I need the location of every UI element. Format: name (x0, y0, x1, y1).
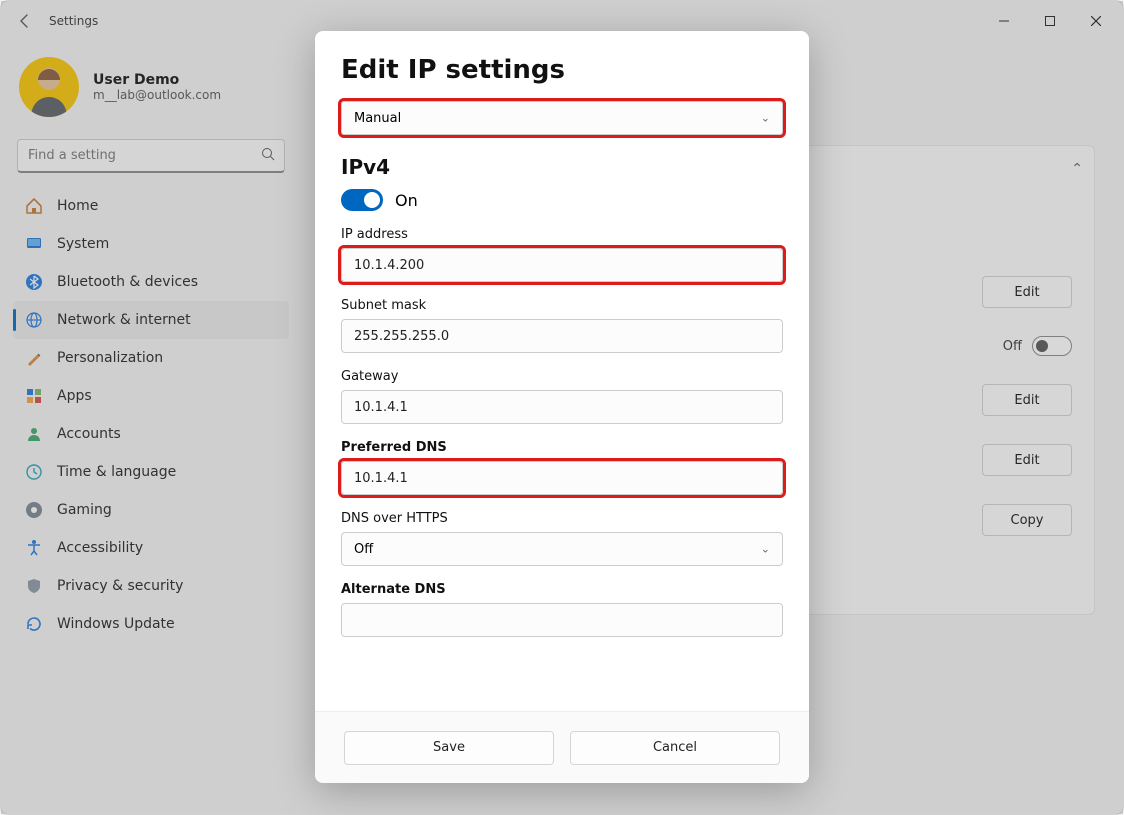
settings-window: Settings User Demo m__lab@outlook.com (0, 0, 1124, 815)
dns-over-https-select[interactable]: Off ⌄ (341, 532, 783, 566)
subnet-mask-input[interactable] (341, 319, 783, 353)
alternate-dns-label: Alternate DNS (341, 582, 783, 597)
ip-mode-value: Manual (354, 111, 401, 126)
modal-overlay: Edit IP settings Manual ⌄ IPv4 On IP add… (1, 1, 1123, 814)
subnet-mask-label: Subnet mask (341, 298, 783, 313)
dns-over-https-value: Off (354, 542, 373, 557)
ip-mode-select[interactable]: Manual ⌄ (341, 101, 783, 135)
ip-address-label: IP address (341, 227, 783, 242)
ipv4-heading: IPv4 (341, 155, 783, 179)
gateway-input[interactable] (341, 390, 783, 424)
alternate-dns-input[interactable] (341, 603, 783, 637)
dialog-footer: Save Cancel (315, 711, 809, 783)
dialog-title: Edit IP settings (341, 55, 783, 85)
save-button[interactable]: Save (344, 731, 554, 765)
chevron-down-icon: ⌄ (761, 112, 770, 125)
preferred-dns-label: Preferred DNS (341, 440, 783, 455)
ipv4-toggle-label: On (395, 191, 418, 210)
ip-address-input[interactable] (341, 248, 783, 282)
dns-over-https-label: DNS over HTTPS (341, 511, 783, 526)
edit-ip-settings-dialog: Edit IP settings Manual ⌄ IPv4 On IP add… (315, 31, 809, 783)
gateway-label: Gateway (341, 369, 783, 384)
preferred-dns-input[interactable] (341, 461, 783, 495)
ipv4-toggle[interactable] (341, 189, 383, 211)
chevron-down-icon: ⌄ (761, 543, 770, 556)
cancel-button[interactable]: Cancel (570, 731, 780, 765)
